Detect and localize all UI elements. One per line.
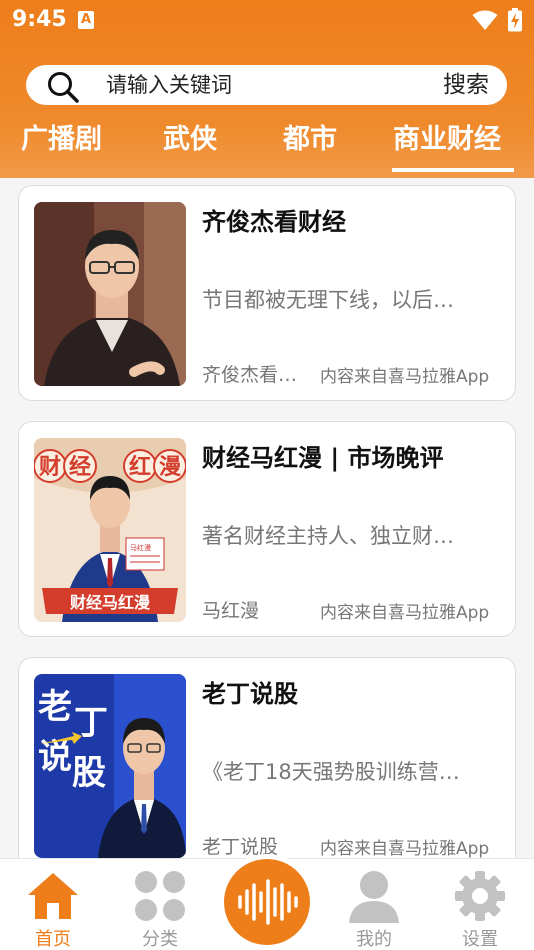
nav-label: 分类 xyxy=(142,929,178,950)
cover-char: 说 xyxy=(38,737,72,777)
grid-icon xyxy=(135,871,185,921)
cover-char: 经 xyxy=(69,454,91,480)
app-notification-icon: A xyxy=(78,11,94,29)
card-title: 老丁说股 xyxy=(202,680,298,708)
card-description: 节目都被无理下线，以后… xyxy=(202,288,454,312)
tab-wuxia[interactable]: 武侠 xyxy=(163,118,217,162)
cover-char: 股 xyxy=(72,753,106,793)
card-source: 内容来自喜马拉雅App xyxy=(320,367,490,387)
status-time: 9:45 xyxy=(12,7,67,32)
card-description: 《老丁18天强势股训练营… xyxy=(202,760,460,784)
nav-settings[interactable]: 设置 xyxy=(440,859,520,950)
tab-radio-drama[interactable]: 广播剧 xyxy=(21,118,102,162)
battery-icon xyxy=(508,8,522,32)
nav-label: 设置 xyxy=(462,929,498,950)
player-button[interactable] xyxy=(219,854,315,950)
list-item[interactable]: 财 经 红 漫 马红漫 财经马红漫 财经马红漫 | 市场晚评 著名财经主持人、独… xyxy=(18,421,516,637)
nav-label: 首页 xyxy=(35,929,71,950)
search-input[interactable] xyxy=(106,65,426,105)
search-icon xyxy=(48,72,79,103)
app-notification-badge: A xyxy=(80,12,92,27)
list-item[interactable]: 老 丁 说 股 老丁说股 《老丁18天强势股训练营… 老丁说股 内容来自喜马拉雅… xyxy=(18,657,516,873)
search-button[interactable]: 搜索 xyxy=(443,65,489,105)
cover-char: 财 xyxy=(39,455,61,480)
card-author: 齐俊杰看… xyxy=(202,364,298,386)
user-icon xyxy=(349,871,399,923)
nav-profile[interactable]: 我的 xyxy=(334,859,414,950)
cover-char: 红 xyxy=(129,454,151,480)
status-bar: 9:45 A xyxy=(0,0,534,42)
category-tabs: 广播剧 武侠 都市 商业财经 xyxy=(0,118,534,174)
tab-urban[interactable]: 都市 xyxy=(283,118,337,162)
cover-banner-text: 财经马红漫 xyxy=(69,593,150,612)
cover-image: 财 经 红 漫 马红漫 财经马红漫 xyxy=(34,438,186,622)
nav-label: 我的 xyxy=(356,929,392,950)
wifi-icon xyxy=(472,10,498,30)
cover-image xyxy=(34,202,186,386)
list-item[interactable]: 齐俊杰看财经 节目都被无理下线，以后… 齐俊杰看… 内容来自喜马拉雅App xyxy=(18,185,516,401)
tab-business-finance[interactable]: 商业财经 xyxy=(393,118,501,162)
active-tab-indicator xyxy=(392,168,514,172)
cover-badge-name: 马红漫 xyxy=(130,543,151,552)
card-title: 齐俊杰看财经 xyxy=(202,208,346,236)
cover-char: 漫 xyxy=(159,455,181,480)
card-source: 内容来自喜马拉雅App xyxy=(320,603,490,623)
player-button-inner xyxy=(224,859,310,945)
cover-char: 老 xyxy=(38,687,72,727)
sound-wave-icon xyxy=(238,879,298,925)
nav-home[interactable]: 首页 xyxy=(13,859,93,950)
card-source: 内容来自喜马拉雅App xyxy=(320,839,490,859)
search-bar: 搜索 xyxy=(26,65,507,105)
gear-icon xyxy=(455,871,505,921)
app-header: 9:45 A 搜索 广播剧 武侠 都市 商业财经 xyxy=(0,0,534,178)
card-title: 财经马红漫 | 市场晚评 xyxy=(202,444,444,472)
cover-image: 老 丁 说 股 xyxy=(34,674,186,858)
card-author: 马红漫 xyxy=(202,600,260,622)
home-icon xyxy=(28,873,78,919)
nav-category[interactable]: 分类 xyxy=(120,859,200,950)
card-description: 著名财经主持人、独立财… xyxy=(202,524,454,548)
